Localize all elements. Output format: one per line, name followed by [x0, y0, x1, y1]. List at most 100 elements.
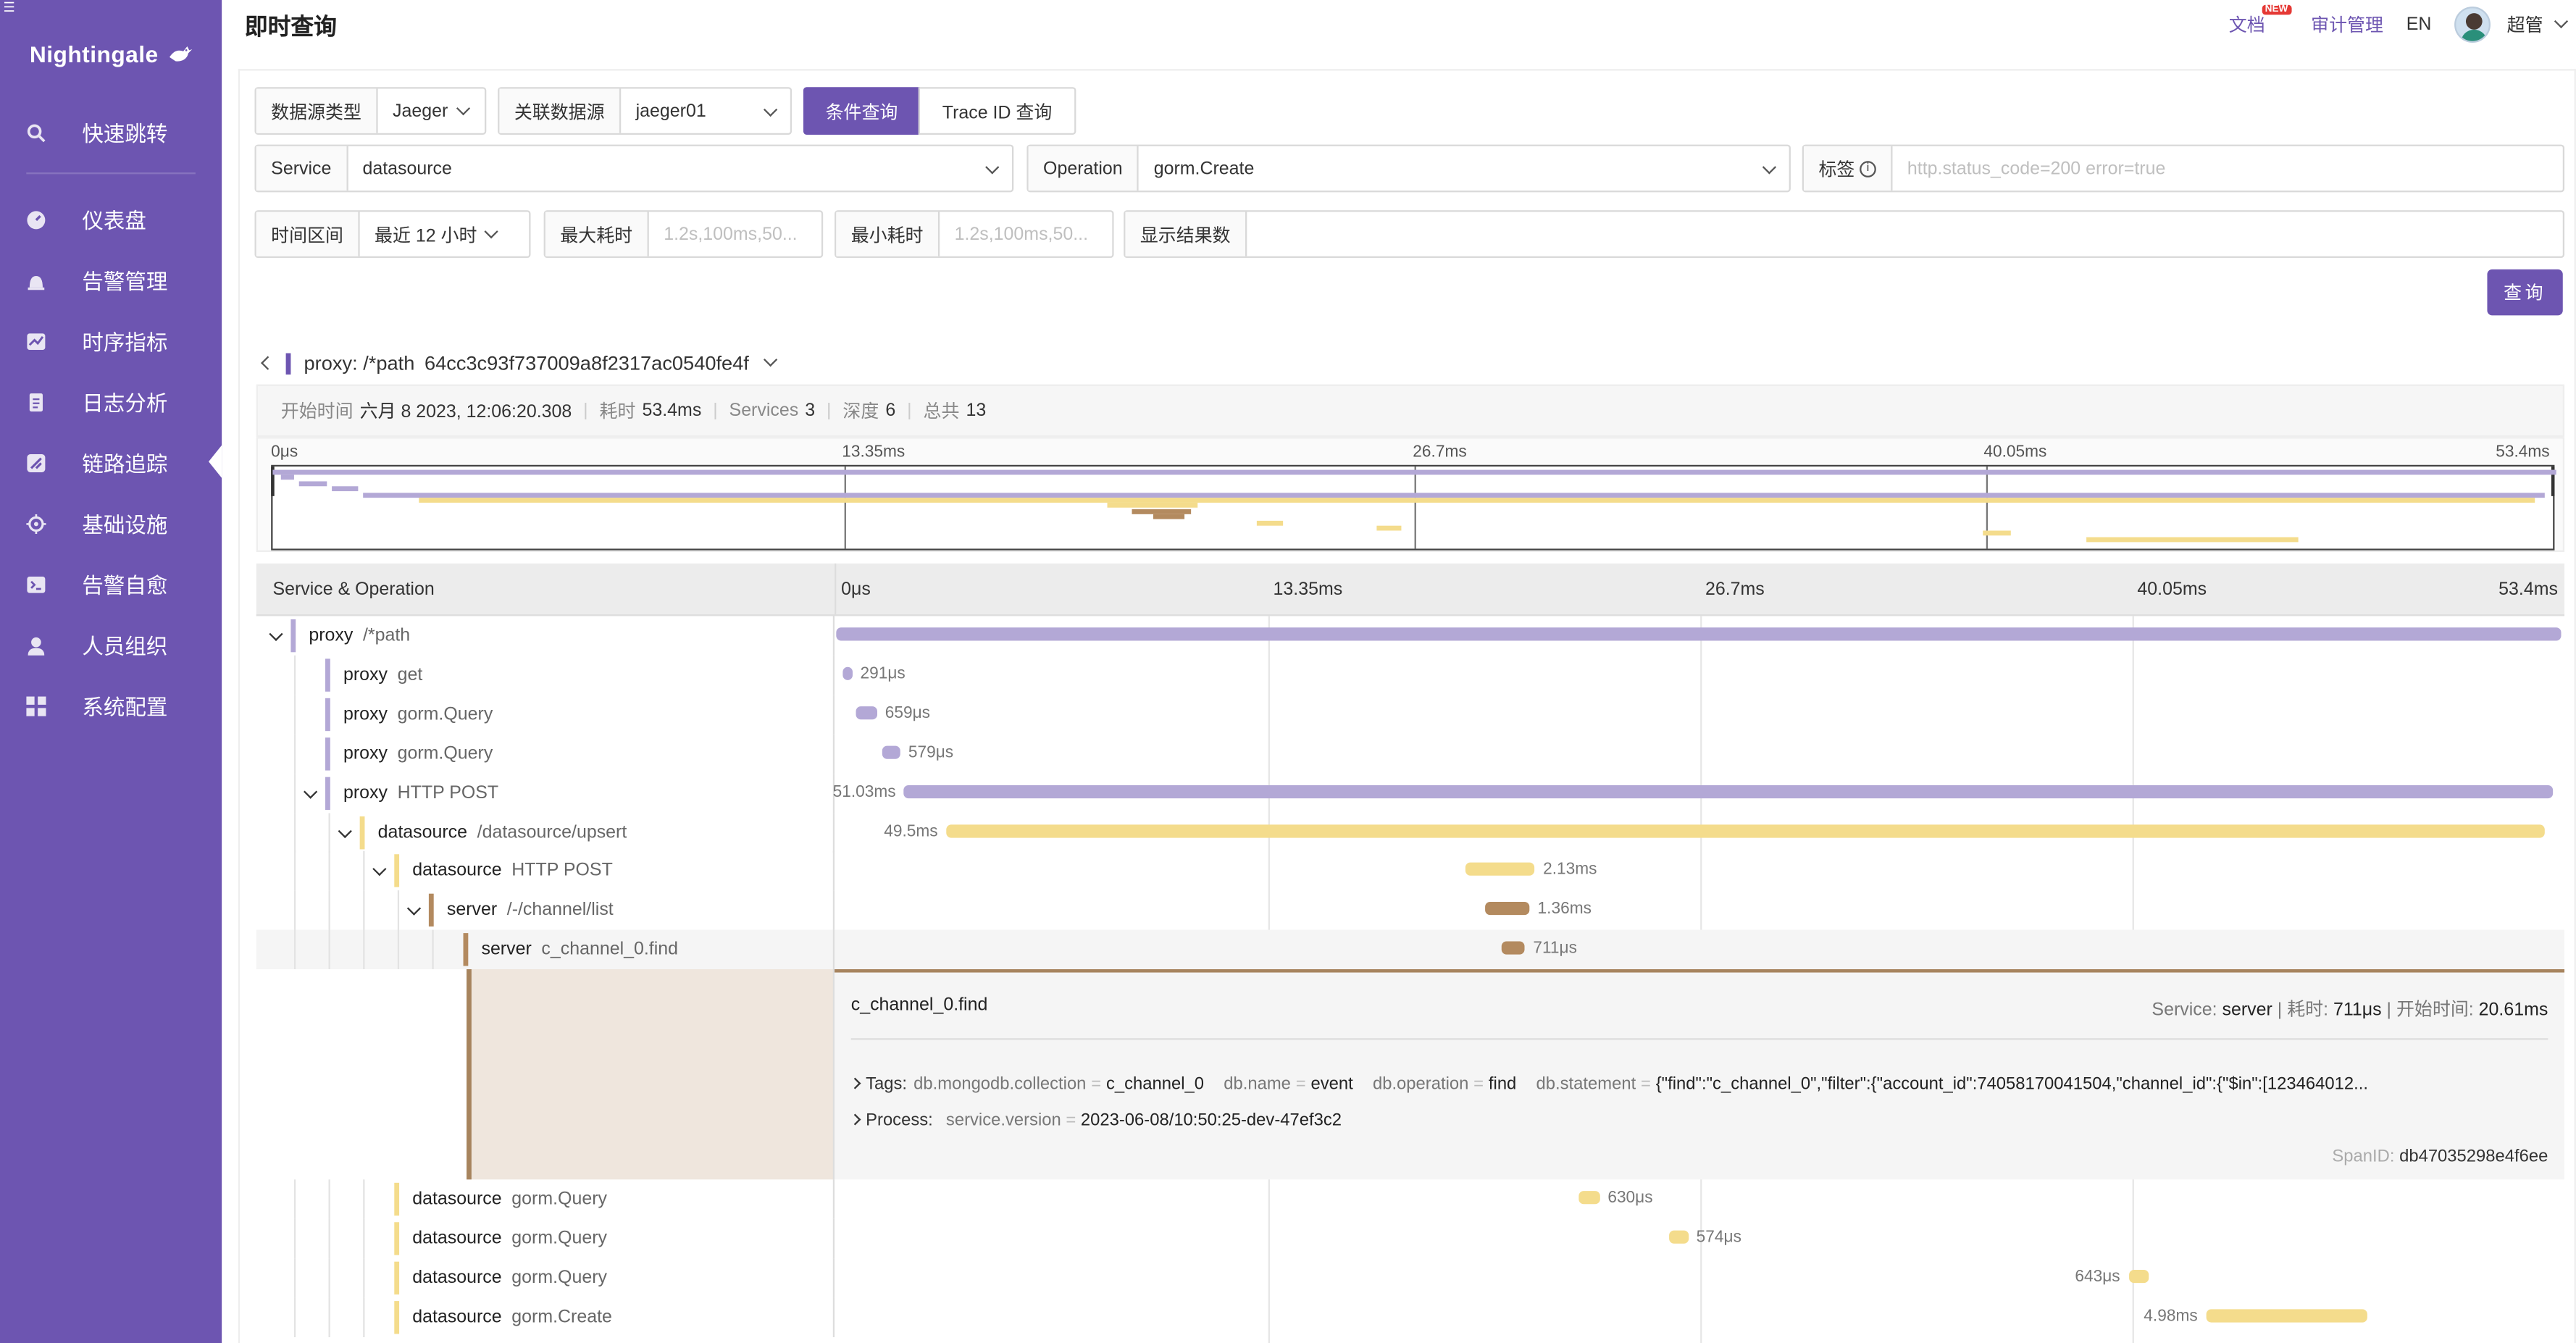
span-row[interactable]: proxy /*path	[256, 616, 2564, 656]
chevron-down-icon[interactable]	[763, 353, 777, 367]
max-duration-input[interactable]: 1.2s,100ms,50...	[649, 212, 821, 256]
span-row-label[interactable]: server c_channel_0.find	[256, 930, 835, 970]
span-row-label[interactable]: proxy /*path	[256, 616, 835, 656]
sidebar-item[interactable]: 日志分析	[0, 372, 222, 432]
service-value[interactable]: datasource	[348, 146, 1012, 191]
chevron-right-icon[interactable]	[850, 1077, 861, 1089]
trace-title: proxy: /*path 64cc3c93f737009a8f2317ac05…	[256, 350, 777, 376]
tags-field[interactable]: 标签 i http.status_code=200 error=true	[1802, 144, 2565, 193]
time-range-select[interactable]: 时间区间 最近 12 小时	[254, 210, 531, 259]
column-divider[interactable]	[835, 563, 837, 616]
span-operation: /-/channel/list	[506, 900, 614, 921]
sidebar-item[interactable]: 仪表盘	[0, 189, 222, 250]
span-row[interactable]: proxy gorm.Query 659μs	[256, 694, 2564, 735]
chevron-down-icon[interactable]	[2554, 14, 2569, 29]
span-row-label[interactable]: proxy get	[256, 655, 835, 695]
datasource-value[interactable]: jaeger01	[621, 88, 790, 133]
span-row[interactable]: datasource HTTP POST 2.13ms	[256, 851, 2564, 892]
span-row-label[interactable]: datasource gorm.Query	[256, 1179, 835, 1219]
span-row-label[interactable]: datasource HTTP POST	[256, 851, 835, 892]
detail-tags[interactable]: Tags: db.mongodb.collection = c_channel_0 db…	[850, 1074, 2543, 1095]
avatar[interactable]	[2454, 7, 2491, 43]
span-bar[interactable]	[2128, 1269, 2149, 1283]
docs-link[interactable]: 文档	[2229, 12, 2265, 38]
min-duration-field[interactable]: 最小耗时 1.2s,100ms,50...	[835, 210, 1114, 259]
span-row[interactable]: proxy HTTP POST 51.03ms	[256, 773, 2564, 813]
chevron-down-icon[interactable]	[372, 862, 387, 877]
span-row[interactable]: datasource/datasource/upsert 49.5ms	[256, 812, 2564, 852]
span-row[interactable]: datasource gorm.Query 643μs	[256, 1258, 2564, 1298]
span-bar[interactable]	[856, 706, 877, 719]
service-select[interactable]: Service datasource	[254, 144, 1014, 193]
sidebar-item[interactable]: 时序指标	[0, 311, 222, 372]
span-row-label[interactable]: proxy gorm.Query	[256, 733, 835, 774]
span-detail-tree-pane	[467, 969, 835, 1180]
chevron-right-icon[interactable]	[849, 1113, 861, 1126]
span-bar[interactable]	[881, 745, 900, 759]
span-row[interactable]: server /-/channel/list 1.36ms	[256, 890, 2564, 931]
span-row-label[interactable]: proxy gorm.Query	[256, 694, 835, 735]
span-bar[interactable]	[836, 627, 2562, 641]
span-bar[interactable]	[1485, 902, 1530, 916]
trace-minimap[interactable]: 0μs 13.35ms 26.7ms 40.05ms 53.4ms	[256, 437, 2565, 552]
operation-value[interactable]: gorm.Create	[1139, 146, 1789, 191]
span-row[interactable]: server c_channel_0.find 711μs	[256, 930, 2565, 970]
span-bar[interactable]	[1502, 941, 1526, 955]
span-row-label[interactable]: datasource gorm.Query	[256, 1258, 835, 1298]
span-bar[interactable]	[1578, 1191, 1599, 1205]
span-bar[interactable]	[945, 824, 2546, 837]
max-duration-label: 最大耗时	[545, 212, 649, 256]
chevron-down-icon[interactable]	[338, 823, 352, 837]
spanid-value: db47035298e4f6ee	[2399, 1147, 2548, 1167]
result-limit-field[interactable]: 显示结果数	[1124, 210, 2565, 259]
sidebar-item[interactable]: 基础设施	[0, 493, 222, 553]
min-duration-input[interactable]: 1.2s,100ms,50...	[940, 212, 1112, 256]
span-service: datasource	[412, 1229, 502, 1249]
span-row[interactable]: datasource gorm.Create 4.98ms	[256, 1297, 2564, 1337]
datasource-type-value[interactable]: Jaeger	[378, 88, 485, 133]
chevron-down-icon[interactable]	[303, 784, 318, 798]
span-row[interactable]: datasource gorm.Query 574μs	[256, 1218, 2564, 1259]
time-range-value[interactable]: 最近 12 小时	[360, 212, 530, 256]
datasource-select[interactable]: 关联数据源 jaeger01	[498, 87, 793, 135]
sidebar-item[interactable]: 链路追踪	[0, 432, 222, 493]
max-duration-field[interactable]: 最大耗时 1.2s,100ms,50...	[543, 210, 824, 259]
span-bar[interactable]	[903, 785, 2553, 798]
operation-select[interactable]: Operation gorm.Create	[1026, 144, 1791, 193]
tags-input[interactable]: http.status_code=200 error=true	[1893, 146, 2563, 191]
back-icon[interactable]	[261, 356, 275, 370]
span-bar[interactable]	[842, 666, 853, 680]
detail-process[interactable]: Process: service.version = 2023-06-08/10:…	[849, 1110, 1342, 1130]
chevron-down-icon[interactable]	[406, 902, 422, 916]
tab-traceid-query[interactable]: Trace ID 查询	[918, 87, 1076, 135]
minimap-canvas[interactable]	[271, 464, 2556, 551]
query-button[interactable]: 查询	[2487, 269, 2563, 316]
language-switch[interactable]: EN	[2406, 14, 2432, 34]
info-icon[interactable]: i	[1860, 160, 1876, 177]
tab-condition-query[interactable]: 条件查询	[803, 87, 920, 135]
span-row[interactable]: proxy gorm.Query 579μs	[256, 733, 2564, 774]
sidebar-item[interactable]: 告警管理	[0, 250, 222, 311]
span-row[interactable]: proxy get 291μs	[256, 655, 2564, 695]
menu-icon[interactable]: ☰	[4, 0, 15, 14]
logo[interactable]: Nightingale	[30, 30, 194, 79]
tree-guide	[363, 1297, 365, 1337]
sidebar-item[interactable]: 告警自愈	[0, 553, 222, 614]
datasource-type-select[interactable]: 数据源类型 Jaeger	[254, 87, 487, 135]
span-row-label[interactable]: datasource gorm.Query	[256, 1218, 835, 1259]
span-bar[interactable]	[1669, 1230, 1689, 1244]
sidebar-item[interactable]: 快速跳转	[0, 102, 222, 163]
audit-link[interactable]: 审计管理	[2311, 12, 2383, 38]
result-limit-input[interactable]	[1247, 212, 2563, 256]
span-row-label[interactable]: datasource/datasource/upsert	[256, 812, 835, 852]
span-row[interactable]: datasource gorm.Query 630μs	[256, 1179, 2564, 1219]
span-row-label[interactable]: server /-/channel/list	[256, 890, 835, 931]
sidebar-item[interactable]: 系统配置	[0, 675, 222, 736]
span-bar[interactable]	[1465, 863, 1535, 876]
span-row-label[interactable]: datasource gorm.Create	[256, 1297, 835, 1337]
span-bar[interactable]	[2205, 1308, 2367, 1323]
chevron-down-icon[interactable]	[269, 627, 283, 641]
sidebar-item[interactable]: 人员组织	[0, 614, 222, 675]
span-row-label[interactable]: proxy HTTP POST	[256, 773, 835, 813]
user-name[interactable]: 超管	[2507, 12, 2543, 38]
